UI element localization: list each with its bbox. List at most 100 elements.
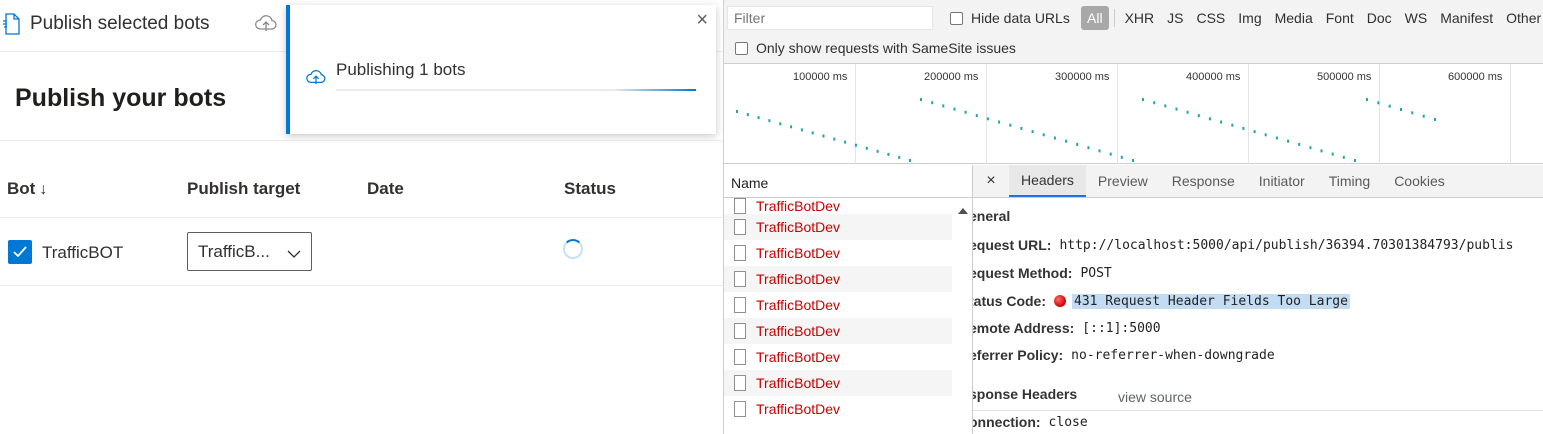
waterfall-tick bbox=[844, 140, 847, 144]
filter-img[interactable]: Img bbox=[1232, 6, 1267, 30]
waterfall-tick bbox=[887, 152, 890, 156]
waterfall-tick bbox=[768, 119, 771, 123]
header-value[interactable]: [::1]:5000 bbox=[1082, 321, 1160, 336]
close-details-button[interactable]: × bbox=[973, 165, 1009, 197]
request-row[interactable]: TrafficBotDev bbox=[724, 370, 952, 396]
cloud-upload-button[interactable] bbox=[254, 14, 278, 32]
waterfall-tick bbox=[1354, 159, 1356, 162]
hide-data-urls-toggle[interactable]: Hide data URLs bbox=[950, 10, 1070, 26]
waterfall-tick bbox=[920, 98, 922, 101]
header-value[interactable]: close bbox=[1049, 415, 1088, 430]
request-row[interactable]: TrafficBotDev bbox=[724, 214, 952, 240]
tab-timing[interactable]: Timing bbox=[1317, 165, 1383, 197]
filter-js[interactable]: JS bbox=[1161, 6, 1189, 30]
name-column-header[interactable]: Name bbox=[724, 165, 973, 198]
publish-selected-bots-button[interactable]: Publish selected bots bbox=[0, 10, 210, 38]
checkmark-icon bbox=[13, 246, 27, 258]
publish-target-value: TrafficB... bbox=[198, 242, 270, 261]
waterfall-tick bbox=[865, 146, 868, 150]
header-key: equest Method: bbox=[973, 265, 1073, 281]
request-row[interactable]: TrafficBotDev bbox=[724, 344, 952, 370]
filter-ws[interactable]: WS bbox=[1399, 6, 1434, 30]
waterfall-tick bbox=[1298, 142, 1301, 146]
waterfall-tick bbox=[1164, 104, 1167, 108]
waterfall-tick bbox=[1153, 101, 1156, 105]
error-status-dot-icon bbox=[1054, 295, 1066, 307]
samesite-toggle[interactable]: Only show requests with SameSite issues bbox=[735, 40, 1016, 56]
status-spinner-icon bbox=[563, 239, 583, 259]
header-row: emote Address: [::1]:5000 bbox=[973, 320, 1161, 336]
request-row[interactable]: TrafficBotDev bbox=[724, 318, 952, 344]
column-header-date[interactable]: Date bbox=[367, 179, 404, 199]
request-row[interactable]: TrafficBotDev bbox=[724, 292, 952, 318]
waterfall-tick bbox=[986, 117, 989, 121]
filter-css[interactable]: CSS bbox=[1190, 6, 1231, 30]
close-notification-button[interactable]: × bbox=[696, 9, 708, 32]
tab-initiator[interactable]: Initiator bbox=[1247, 165, 1317, 197]
publish-progress-bar bbox=[336, 89, 696, 91]
filter-manifest[interactable]: Manifest bbox=[1434, 6, 1499, 30]
request-list-scrollbar[interactable] bbox=[953, 198, 972, 434]
column-header-bot[interactable]: Bot ↓ bbox=[7, 179, 47, 199]
resource-type-filters: All XHR JS CSS Img Media Font Doc WS Manifest Othe… bbox=[1081, 6, 1543, 30]
samesite-checkbox[interactable] bbox=[735, 41, 748, 55]
request-name: TrafficBotDev bbox=[756, 323, 841, 339]
waterfall-tick bbox=[998, 120, 1001, 124]
request-row[interactable]: TrafficBotDev bbox=[724, 240, 952, 266]
filter-doc[interactable]: Doc bbox=[1361, 6, 1398, 30]
waterfall-tick bbox=[1275, 136, 1278, 140]
request-name: TrafficBotDev bbox=[756, 271, 841, 287]
request-name: TrafficBotDev bbox=[756, 375, 841, 391]
filter-media[interactable]: Media bbox=[1269, 6, 1319, 30]
filter-font[interactable]: Font bbox=[1320, 6, 1360, 30]
request-name: TrafficBotDev bbox=[756, 297, 841, 313]
request-name: TrafficBotDev bbox=[756, 198, 841, 214]
column-header-status[interactable]: Status bbox=[564, 179, 616, 199]
scroll-up-arrow-icon[interactable] bbox=[958, 208, 968, 214]
tab-cookies[interactable]: Cookies bbox=[1382, 165, 1457, 197]
tab-headers[interactable]: Headers bbox=[1009, 165, 1086, 197]
tab-response[interactable]: Response bbox=[1160, 165, 1247, 197]
view-source-link[interactable]: view source bbox=[1118, 389, 1192, 405]
waterfall-tick bbox=[854, 143, 857, 147]
response-headers-title[interactable]: sponse Headers bbox=[973, 386, 1077, 402]
header-value[interactable]: http://localhost:5000/api/publish/36394.… bbox=[1059, 238, 1513, 253]
filter-xhr[interactable]: XHR bbox=[1119, 6, 1161, 30]
waterfall-tick bbox=[1400, 108, 1402, 111]
request-rows: TrafficBotDev TrafficBotDev TrafficBotDev T… bbox=[724, 198, 952, 422]
filter-input[interactable] bbox=[727, 6, 933, 30]
waterfall-tick bbox=[800, 128, 803, 132]
general-section-title[interactable]: eneral bbox=[973, 208, 1010, 224]
divider bbox=[0, 140, 723, 141]
header-row: eferrer Policy: no-referrer-when-downgrad… bbox=[973, 347, 1275, 363]
request-row[interactable]: TrafficBotDev bbox=[724, 266, 952, 292]
header-value[interactable]: POST bbox=[1080, 266, 1111, 281]
filter-separator bbox=[1113, 9, 1115, 27]
waterfall-tick bbox=[811, 131, 814, 135]
hide-data-urls-checkbox[interactable] bbox=[950, 11, 963, 25]
waterfall-tick bbox=[736, 110, 738, 113]
filter-other[interactable]: Other bbox=[1500, 6, 1543, 30]
header-value[interactable]: no-referrer-when-downgrade bbox=[1071, 348, 1275, 363]
waterfall-tick bbox=[1132, 159, 1134, 162]
request-row[interactable]: TrafficBotDev bbox=[724, 198, 952, 214]
waterfall-tick bbox=[1197, 114, 1200, 118]
request-row[interactable]: TrafficBotDev bbox=[724, 396, 952, 422]
header-value[interactable]: 431 Request Header Fields Too Large bbox=[1072, 293, 1350, 309]
waterfall-tick bbox=[1264, 133, 1267, 137]
waterfall-tick bbox=[1434, 118, 1436, 121]
waterfall-tick bbox=[790, 125, 793, 129]
tab-preview[interactable]: Preview bbox=[1086, 165, 1160, 197]
column-header-publish-target[interactable]: Publish target bbox=[187, 179, 300, 199]
waterfall-tick bbox=[964, 110, 967, 114]
request-name: TrafficBotDev bbox=[756, 219, 841, 235]
network-overview-timeline[interactable]: 100000 ms 200000 ms 300000 ms 400000 ms 5000… bbox=[724, 64, 1543, 164]
publish-target-dropdown[interactable]: TrafficB... bbox=[187, 232, 312, 271]
bot-row-checkbox[interactable] bbox=[8, 240, 32, 264]
waterfall-tick bbox=[1388, 104, 1391, 108]
filter-all[interactable]: All bbox=[1081, 6, 1109, 30]
waterfall-tick bbox=[1186, 110, 1189, 114]
divider bbox=[0, 217, 723, 218]
devtools-network-panel: Hide data URLs All XHRJSCSSImgMediaFontDo… bbox=[723, 0, 1543, 434]
waterfall-tick bbox=[1175, 107, 1178, 111]
